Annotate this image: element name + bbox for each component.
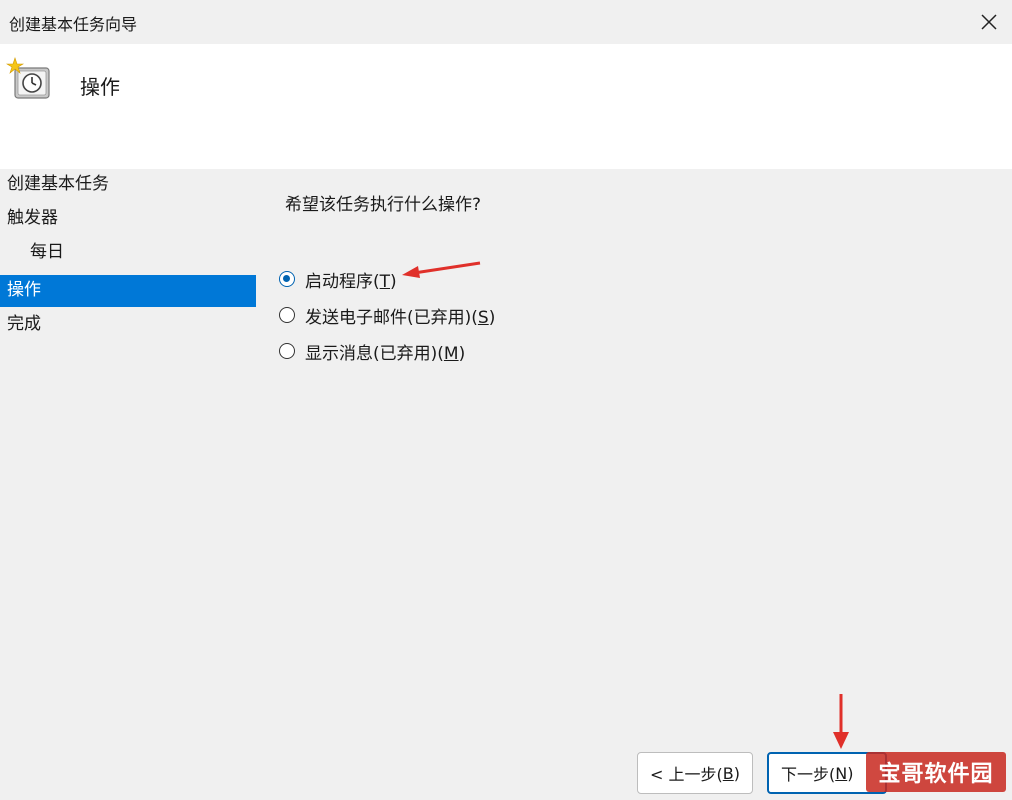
step-trigger[interactable]: 触发器 <box>0 203 256 235</box>
action-question: 希望该任务执行什么操作? <box>285 195 482 215</box>
option-send-email[interactable]: 发送电子邮件(已弃用)(S) <box>279 302 495 328</box>
step-action[interactable]: 操作 <box>0 275 256 307</box>
option-start-program-label: 启动程序(T) <box>305 271 397 292</box>
step-daily[interactable]: 每日 <box>0 237 256 269</box>
step-finish[interactable]: 完成 <box>0 309 256 341</box>
wizard-steps-sidebar: 创建基本任务 触发器 每日 操作 完成 <box>0 169 262 800</box>
wizard-header: 操作 <box>0 44 1012 169</box>
radio-send-email[interactable] <box>279 307 295 323</box>
close-icon <box>981 14 997 30</box>
page-heading: 操作 <box>80 75 120 99</box>
back-button[interactable]: < 上一步(B) <box>637 752 753 794</box>
task-scheduler-clock-icon <box>6 57 50 99</box>
radio-start-program[interactable] <box>279 271 295 287</box>
watermark-logo: 宝哥软件园 <box>866 752 1006 792</box>
radio-show-message[interactable] <box>279 343 295 359</box>
option-show-message[interactable]: 显示消息(已弃用)(M) <box>279 338 465 364</box>
option-send-email-label: 发送电子邮件(已弃用)(S) <box>305 307 496 328</box>
wizard-content: 希望该任务执行什么操作? 启动程序(T) 发送电子邮件(已弃用)(S) 显示消息… <box>262 169 1012 800</box>
option-show-message-label: 显示消息(已弃用)(M) <box>305 343 466 364</box>
window-title: 创建基本任务向导 <box>9 15 138 34</box>
step-create-basic-task[interactable]: 创建基本任务 <box>0 169 256 201</box>
wizard-window: 创建基本任务向导 操作 创建基本任务 触发器 每日 操作 完成 希望该任务执行什… <box>0 0 1012 800</box>
close-button[interactable] <box>966 0 1012 44</box>
option-start-program[interactable]: 启动程序(T) <box>279 266 397 292</box>
title-bar: 创建基本任务向导 <box>0 0 1012 44</box>
